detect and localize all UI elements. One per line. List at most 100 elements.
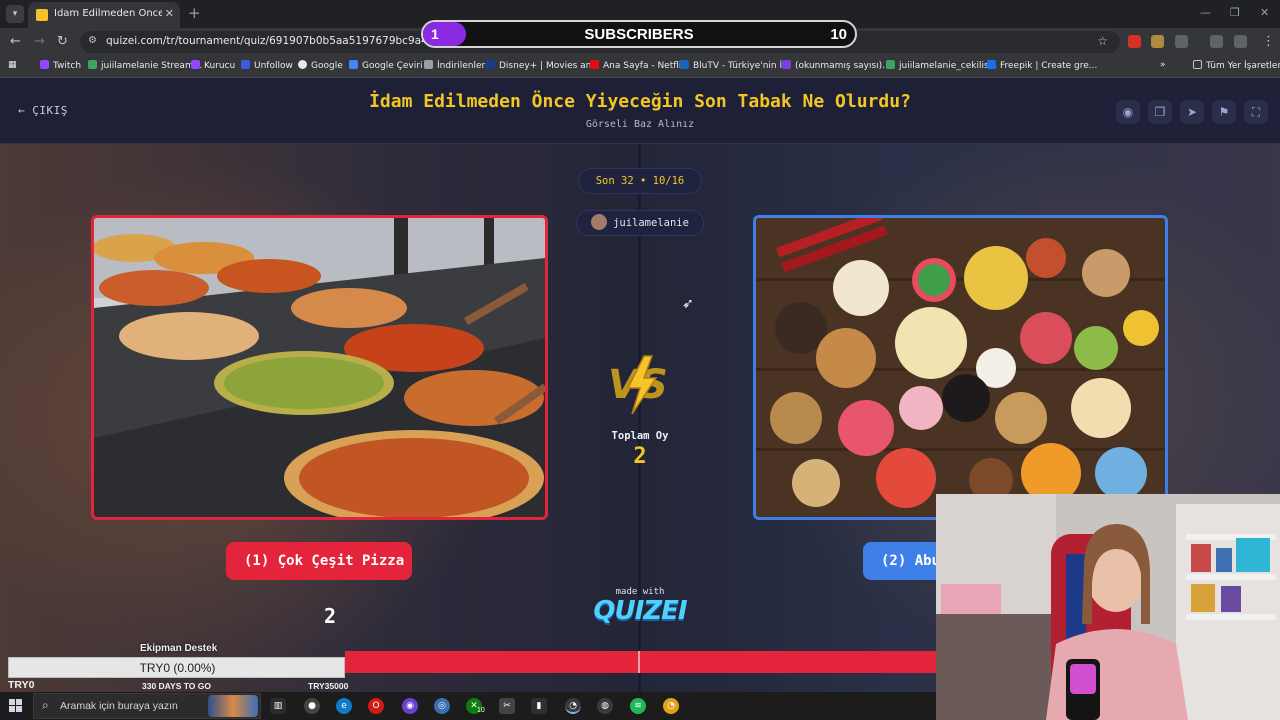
- discord-icon[interactable]: ◉: [402, 698, 418, 714]
- translate-icon: [349, 60, 358, 69]
- donation-goal-marker: [638, 651, 640, 673]
- snacks-image: [756, 218, 1165, 517]
- fullscreen-icon[interactable]: ⛶: [1244, 100, 1268, 124]
- send-icon[interactable]: ➤: [1180, 100, 1204, 124]
- download-icon: [424, 60, 433, 69]
- google-icon: [298, 60, 307, 69]
- windows-start-icon[interactable]: [9, 699, 23, 713]
- bookmark-favicon-icon: [191, 60, 200, 69]
- streamlabs-icon[interactable]: ◍: [597, 698, 613, 714]
- quiz-header: ← ÇIKIŞ İdam Edilmeden Önce Yiyeceğin So…: [0, 78, 1280, 144]
- search-icon: ⌕: [42, 698, 49, 712]
- bookmark-favicon-icon: [241, 60, 250, 69]
- quizei-favicon-icon: [36, 9, 48, 21]
- spotify-icon[interactable]: ≋: [630, 698, 646, 714]
- round-badge: Son 32 • 10/16: [578, 168, 702, 194]
- disney-icon: [486, 60, 495, 69]
- reload-icon[interactable]: ↻: [57, 34, 68, 49]
- total-votes-label: Toplam Oy: [611, 430, 669, 442]
- vote-right-button[interactable]: (2) Abu: [863, 542, 943, 580]
- tab-search-icon[interactable]: ▾: [6, 5, 24, 23]
- flag-icon[interactable]: ⚑: [1212, 100, 1236, 124]
- task-view-icon[interactable]: ▥: [270, 698, 286, 714]
- edge-icon[interactable]: e: [336, 698, 352, 714]
- option-right-image[interactable]: [753, 215, 1168, 520]
- bookmark-item[interactable]: Kurucu: [191, 60, 235, 71]
- bookmark-star-icon[interactable]: ☆: [1097, 34, 1108, 48]
- bookmark-item[interactable]: Google: [298, 60, 343, 71]
- copy-icon[interactable]: ❐: [1148, 100, 1172, 124]
- versus-lightning-icon: VS: [608, 355, 668, 415]
- netflix-icon: [590, 60, 599, 69]
- file-icon[interactable]: ▮: [531, 698, 547, 714]
- bookmark-item[interactable]: Freepik | Create gre...: [987, 60, 1097, 71]
- start-tile: [16, 699, 22, 705]
- donation-goal-track: [345, 651, 937, 673]
- browser-tab-active[interactable]: İdam Edilmeden Önce Yiyeceğin ✕: [28, 2, 180, 28]
- reading-list-icon[interactable]: [1210, 35, 1223, 48]
- start-tile: [16, 706, 22, 712]
- forward-arrow-icon[interactable]: →: [34, 34, 45, 49]
- bookmark-item[interactable]: İndirilenler: [424, 60, 485, 71]
- tab-title: İdam Edilmeden Önce Yiyeceğin: [54, 8, 162, 19]
- apps-grid-icon[interactable]: ▦: [8, 60, 17, 70]
- extension-download-icon[interactable]: [1128, 35, 1141, 48]
- subscriber-goal-label: SUBSCRIBERS: [584, 26, 694, 43]
- bookmark-item[interactable]: Unfollow: [241, 60, 293, 71]
- option-left-image[interactable]: [91, 215, 548, 520]
- opera-icon[interactable]: O: [368, 698, 384, 714]
- avatar: [591, 214, 608, 230]
- blutv-icon: [680, 60, 689, 69]
- donation-goal-amount: TRY0 (0.00%): [139, 661, 216, 675]
- bookmark-item[interactable]: BluTV - Türkiye'nin İ...: [680, 60, 791, 71]
- eye-icon[interactable]: ◉: [1116, 100, 1140, 124]
- browser-menu-icon[interactable]: ⋮: [1262, 34, 1275, 49]
- bookmark-item[interactable]: (okunmamış sayısı)...: [782, 60, 891, 71]
- obs-icon[interactable]: ●: [304, 698, 320, 714]
- total-votes-value: 2: [633, 444, 647, 469]
- new-tab-icon[interactable]: +: [188, 4, 201, 22]
- profile-sync-icon[interactable]: [1234, 35, 1247, 48]
- pizza-image: [94, 218, 545, 517]
- all-bookmarks-folder[interactable]: Tüm Yer İşaretleri: [1193, 60, 1280, 71]
- taskbar-search-placeholder: Aramak için buraya yazın: [60, 700, 178, 712]
- restore-icon[interactable]: ❐: [1230, 6, 1240, 19]
- back-arrow-icon[interactable]: ←: [10, 34, 21, 49]
- webcam-overlay: [936, 494, 1280, 720]
- close-window-icon[interactable]: ✕: [1260, 6, 1269, 19]
- subscriber-goal-bar: 1 SUBSCRIBERS 10: [421, 20, 857, 48]
- search-highlight-image: [208, 695, 258, 717]
- extensions-puzzle-icon[interactable]: [1175, 35, 1188, 48]
- chrome-active-icon[interactable]: ◔: [565, 698, 581, 714]
- bookmark-item[interactable]: juiilamelanie Stream...: [88, 60, 202, 71]
- more-bookmarks-chevron-icon[interactable]: »: [1160, 60, 1166, 70]
- webcam-feed: [936, 494, 1280, 720]
- tab-close-icon[interactable]: ✕: [165, 7, 174, 20]
- bookmark-item[interactable]: Google Çeviri: [349, 60, 422, 71]
- extension-notes-icon[interactable]: [1151, 35, 1164, 48]
- vote-left-button[interactable]: (1) Çok Çeşit Pizza: [226, 542, 412, 580]
- donation-goal-max: TRY35000: [308, 681, 349, 691]
- start-tile: [9, 706, 15, 712]
- quiz-title: İdam Edilmeden Önce Yiyeceğin Son Tabak …: [369, 91, 911, 112]
- mouse-cursor-icon: ➶: [682, 296, 694, 312]
- xbox-badge: 10: [477, 707, 485, 714]
- quiz-subtitle: Görseli Baz Alınız: [585, 119, 695, 130]
- app-icon[interactable]: ◎: [434, 698, 450, 714]
- left-vote-count: 2: [323, 604, 337, 628]
- bookmarks-bar: ▦ Twitch juiilamelanie Stream... Kurucu …: [0, 56, 1280, 78]
- quizei-logo[interactable]: QUIZEI: [580, 596, 700, 626]
- bookmark-favicon-icon: [886, 60, 895, 69]
- bookmark-item[interactable]: Twitch: [40, 60, 81, 71]
- taskbar-search-input[interactable]: ⌕ Aramak için buraya yazın: [33, 693, 261, 719]
- site-info-icon[interactable]: ⚙: [88, 35, 97, 46]
- bookmark-favicon-icon: [88, 60, 97, 69]
- capcut-icon[interactable]: ✂: [499, 698, 515, 714]
- exit-button[interactable]: ← ÇIKIŞ: [18, 104, 68, 117]
- bookmark-item[interactable]: juiilamelanie_cekilis...: [886, 60, 997, 71]
- chrome-icon[interactable]: ◔: [663, 698, 679, 714]
- bookmark-item[interactable]: Ana Sayfa - Netflix: [590, 60, 687, 71]
- bookmark-item[interactable]: Disney+ | Movies an...: [486, 60, 600, 71]
- yahoo-icon: [782, 60, 791, 69]
- minimize-icon[interactable]: —: [1200, 6, 1211, 19]
